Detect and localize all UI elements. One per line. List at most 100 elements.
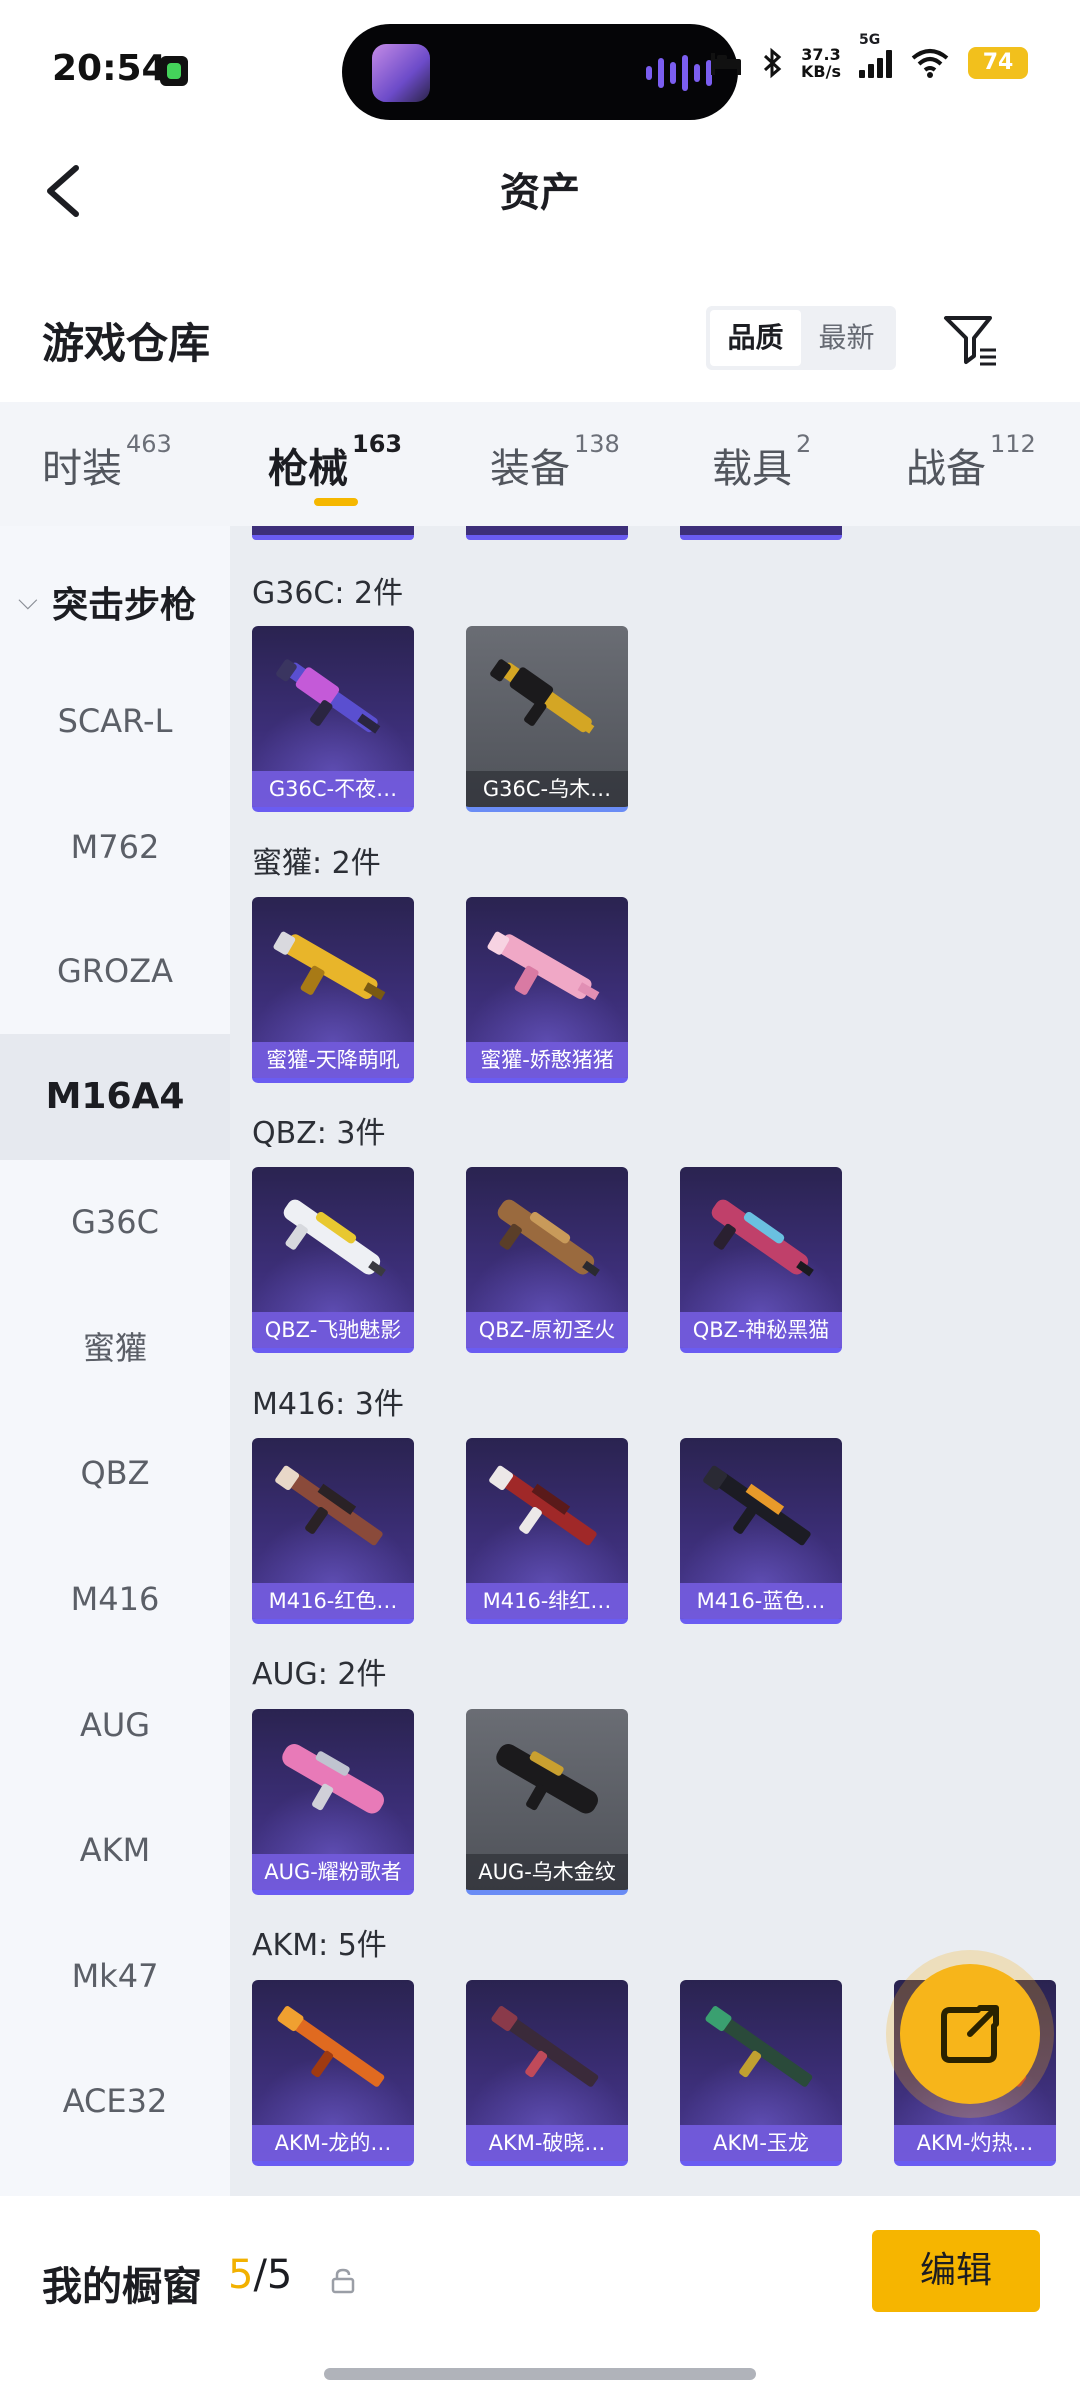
status-time: 20:54 xyxy=(52,48,167,89)
status-icons: 37.3 KB/s 5G 74 xyxy=(709,32,1028,80)
tab-count: 463 xyxy=(126,430,172,458)
share-fab-button[interactable] xyxy=(900,1964,1040,2104)
sidebar-item-m762[interactable]: M762 xyxy=(0,784,230,910)
island-app-avatar-icon xyxy=(372,44,430,102)
tab-count: 138 xyxy=(574,430,620,458)
active-tab-indicator xyxy=(314,498,358,506)
sidebar-item-honey-badger[interactable]: 蜜獾 xyxy=(0,1285,230,1411)
sidebar-item-qbz[interactable]: QBZ xyxy=(0,1410,230,1536)
tab-count: 112 xyxy=(990,430,1036,458)
filter-button[interactable] xyxy=(940,310,1000,370)
showcase-total: /5 xyxy=(253,2252,293,2298)
edit-button[interactable]: 编辑 xyxy=(872,2230,1040,2312)
skin-card[interactable]: AKM-破晓… xyxy=(466,1980,628,2166)
showcase-bar: 我的橱窗 5/5 编辑 xyxy=(0,2196,1080,2400)
showcase-count: 5/5 xyxy=(228,2252,292,2298)
skin-card[interactable]: AUG-耀粉歌者 xyxy=(252,1709,414,1895)
rifle-icon xyxy=(703,1465,811,1546)
tab-battle-supplies[interactable]: 战备112 xyxy=(906,430,1036,494)
status-bar: 20:54 37.3 KB/s 5G 74 xyxy=(0,0,1080,130)
network-speed-value: 37.3 xyxy=(801,45,841,64)
sort-option-quality[interactable]: 品质 xyxy=(710,310,801,366)
sidebar-item-groza[interactable]: GROZA xyxy=(0,908,230,1034)
tab-guns[interactable]: 枪械163 xyxy=(268,430,402,494)
app-header: 资产 xyxy=(0,130,1080,250)
skin-name: AKM-玉龙 xyxy=(680,2125,842,2161)
tab-count: 163 xyxy=(352,430,403,458)
skin-card[interactable]: QBZ-原初圣火 xyxy=(466,1167,628,1353)
skin-card[interactable]: G36C-乌木… xyxy=(466,626,628,812)
rifle-icon xyxy=(489,1465,597,1546)
tab-label: 装备 xyxy=(490,446,570,492)
skin-card[interactable]: AKM-龙的… xyxy=(252,1980,414,2166)
rifle-icon xyxy=(487,931,600,1001)
skin-card[interactable]: M416-绯红… xyxy=(466,1438,628,1624)
group-title-honey-badger: 蜜獾: 2件 xyxy=(252,846,381,881)
skin-name: M416-蓝色… xyxy=(680,1583,842,1619)
cellular-signal: 5G xyxy=(859,32,892,78)
skin-card[interactable]: QBZ-神秘黑猫 xyxy=(680,1167,842,1353)
page-title: 资产 xyxy=(500,170,580,216)
sidebar-group-assault-rifles[interactable]: ⌵ 突击步枪 xyxy=(0,566,230,646)
share-out-icon xyxy=(941,2005,999,2063)
sidebar-group-label: 突击步枪 xyxy=(52,585,197,626)
skin-card-partial[interactable] xyxy=(680,526,842,540)
group-title-akm: AKM: 5件 xyxy=(252,1928,387,1963)
skin-card-partial[interactable] xyxy=(252,526,414,540)
lock-icon xyxy=(331,2268,355,2294)
skin-card[interactable]: 蜜獾-娇憨猪猪 xyxy=(466,897,628,1083)
skin-card[interactable]: AUG-乌木金纹 xyxy=(466,1709,628,1895)
notification-app-icon xyxy=(160,56,188,86)
tab-vehicles[interactable]: 载具2 xyxy=(712,430,811,494)
group-title-m416: M416: 3件 xyxy=(252,1387,404,1422)
rifle-icon xyxy=(711,1199,814,1277)
skin-card[interactable]: QBZ-飞驰魅影 xyxy=(252,1167,414,1353)
tab-fashion[interactable]: 时装463 xyxy=(42,430,172,494)
skin-name: M416-红色… xyxy=(252,1583,414,1619)
rifle-icon xyxy=(276,659,381,734)
chevron-down-icon: ⌵ xyxy=(18,586,38,616)
network-speed: 37.3 KB/s xyxy=(801,46,841,80)
home-indicator[interactable] xyxy=(324,2368,756,2380)
skin-card[interactable]: 蜜獾-天降萌吼 xyxy=(252,897,414,1083)
skin-grid: G36C: 2件 G36C-不夜… G36C-乌木… 蜜獾: 2件 蜜獾-天降萌… xyxy=(230,526,1080,2196)
skin-card[interactable]: M416-蓝色… xyxy=(680,1438,842,1624)
battery-indicator: 74 xyxy=(968,47,1028,79)
skin-name: AKM-破晓… xyxy=(466,2125,628,2161)
skin-name: QBZ-神秘黑猫 xyxy=(680,1312,842,1348)
skin-name: G36C-不夜… xyxy=(252,771,414,807)
skin-name: AUG-耀粉歌者 xyxy=(252,1854,414,1890)
skin-card-partial[interactable] xyxy=(466,526,628,540)
sidebar-item-scar-l[interactable]: SCAR-L xyxy=(0,658,230,784)
dynamic-island[interactable] xyxy=(342,24,738,120)
skin-name: 蜜獾-天降萌吼 xyxy=(252,1042,414,1078)
rifle-icon xyxy=(273,931,386,1001)
group-title-qbz: QBZ: 3件 xyxy=(252,1116,386,1151)
tab-label: 战备 xyxy=(906,446,986,492)
sidebar-item-m416[interactable]: M416 xyxy=(0,1536,230,1662)
rifle-icon xyxy=(496,1744,598,1814)
sidebar-item-akm[interactable]: AKM xyxy=(0,1787,230,1913)
tab-label: 枪械 xyxy=(268,446,348,492)
skin-card[interactable]: AKM-玉龙 xyxy=(680,1980,842,2166)
sidebar-item-mk47[interactable]: Mk47 xyxy=(0,1913,230,2039)
sidebar-item-aug[interactable]: AUG xyxy=(0,1662,230,1788)
sidebar-item-m16a4[interactable]: M16A4 xyxy=(0,1034,230,1160)
weapon-sidebar: ⌵ 突击步枪 SCAR-L M762 GROZA M16A4 G36C 蜜獾 Q… xyxy=(0,526,230,2196)
rifle-icon xyxy=(282,1744,384,1814)
tab-count: 2 xyxy=(796,430,812,458)
sidebar-item-g36c[interactable]: G36C xyxy=(0,1159,230,1285)
rifle-icon xyxy=(277,2006,385,2087)
rifle-icon xyxy=(497,1199,600,1277)
network-speed-unit: KB/s xyxy=(801,62,841,81)
sort-option-newest[interactable]: 最新 xyxy=(801,310,892,366)
bluetooth-icon xyxy=(764,47,782,79)
filter-icon xyxy=(944,316,996,366)
tab-equipment[interactable]: 装备138 xyxy=(490,430,620,494)
showcase-label: 我的橱窗 xyxy=(42,2264,202,2310)
skin-card[interactable]: G36C-不夜… xyxy=(252,626,414,812)
skin-name: AKM-龙的… xyxy=(252,2125,414,2161)
skin-card[interactable]: M416-红色… xyxy=(252,1438,414,1624)
showcase-used: 5 xyxy=(228,2252,254,2298)
sidebar-item-ace32[interactable]: ACE32 xyxy=(0,2038,230,2164)
